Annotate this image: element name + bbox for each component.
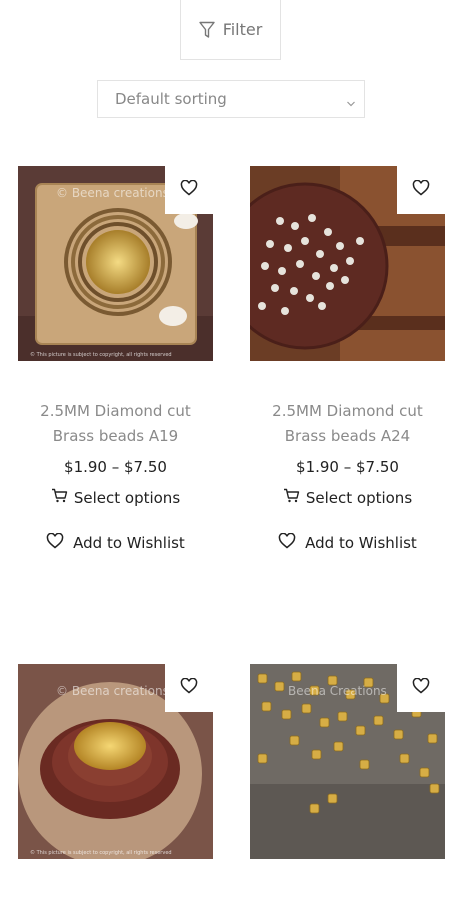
select-options-label: Select options bbox=[305, 488, 413, 507]
product-card: Beena Creations bbox=[250, 664, 445, 859]
select-options-label: Select options bbox=[73, 488, 181, 507]
product-image[interactable]: Beena Creations bbox=[250, 664, 445, 859]
image-watermark: © Beena creations bbox=[56, 186, 169, 200]
select-options-button[interactable]: Select options bbox=[250, 488, 445, 507]
product-price: $1.90 – $7.50 bbox=[296, 458, 399, 476]
product-card: 2.5MM Diamond cut Brass beads A24 $1.90 … bbox=[250, 166, 445, 553]
filter-label: Filter bbox=[222, 20, 263, 39]
image-watermark: Beena Creations bbox=[288, 684, 387, 698]
heart-icon bbox=[46, 532, 64, 553]
add-to-wishlist-label: Add to Wishlist bbox=[73, 534, 185, 552]
add-to-wishlist-button[interactable]: Add to Wishlist bbox=[250, 532, 445, 553]
add-to-wishlist-button[interactable]: Add to Wishlist bbox=[18, 532, 213, 553]
select-options-button[interactable]: Select options bbox=[18, 488, 213, 507]
product-card: © Beena creations © This picture is subj… bbox=[18, 166, 213, 553]
filter-button[interactable]: Filter bbox=[180, 0, 281, 60]
product-image[interactable]: © Beena creations © This picture is subj… bbox=[18, 166, 213, 361]
product-image[interactable]: © Beena creations © This picture is subj… bbox=[18, 664, 213, 859]
product-title[interactable]: 2.5MM Diamond cut Brass beads A24 bbox=[250, 399, 445, 449]
image-watermark: © Beena creations bbox=[56, 684, 169, 698]
product-title[interactable]: 2.5MM Diamond cut Brass beads A19 bbox=[18, 399, 213, 449]
wishlist-heart-button[interactable] bbox=[165, 664, 213, 712]
sorting-select[interactable]: Default sorting bbox=[97, 80, 365, 118]
product-card: © Beena creations © This picture is subj… bbox=[18, 664, 213, 859]
shop-page: Filter Default sorting © Beena creations… bbox=[0, 0, 462, 900]
image-copyright: © This picture is subject to copyright, … bbox=[30, 352, 172, 358]
product-price: $1.90 – $7.50 bbox=[64, 458, 167, 476]
product-image[interactable] bbox=[250, 166, 445, 361]
heart-icon bbox=[180, 677, 198, 698]
heart-icon bbox=[180, 179, 198, 200]
image-copyright: © This picture is subject to copyright, … bbox=[30, 850, 172, 856]
add-to-wishlist-label: Add to Wishlist bbox=[305, 534, 417, 552]
heart-icon bbox=[412, 179, 430, 200]
cart-icon bbox=[283, 488, 300, 507]
heart-icon bbox=[412, 677, 430, 698]
cart-icon bbox=[51, 488, 68, 507]
heart-icon bbox=[278, 532, 296, 553]
filter-icon bbox=[198, 21, 215, 39]
wishlist-heart-button[interactable] bbox=[397, 664, 445, 712]
chevron-down-icon bbox=[346, 94, 356, 112]
wishlist-heart-button[interactable] bbox=[165, 166, 213, 214]
sorting-selected-value: Default sorting bbox=[115, 90, 227, 108]
wishlist-heart-button[interactable] bbox=[397, 166, 445, 214]
